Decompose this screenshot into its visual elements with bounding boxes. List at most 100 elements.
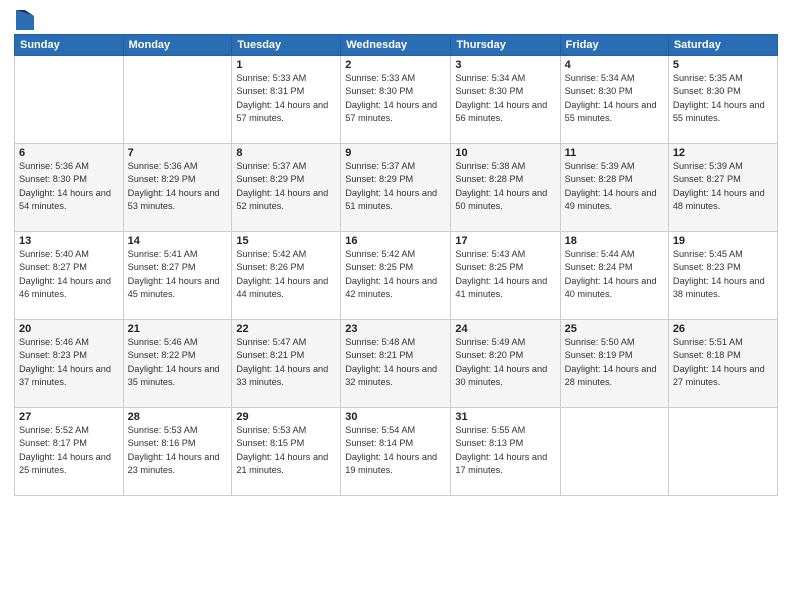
day-info: Sunrise: 5:35 AMSunset: 8:30 PMDaylight:… xyxy=(673,72,773,125)
calendar-week-row: 13Sunrise: 5:40 AMSunset: 8:27 PMDayligh… xyxy=(15,232,778,320)
day-number: 25 xyxy=(565,323,664,335)
day-info: Sunrise: 5:37 AMSunset: 8:29 PMDaylight:… xyxy=(236,160,336,213)
calendar-cell: 4Sunrise: 5:34 AMSunset: 8:30 PMDaylight… xyxy=(560,56,668,144)
day-info: Sunrise: 5:54 AMSunset: 8:14 PMDaylight:… xyxy=(345,424,446,477)
calendar-cell: 14Sunrise: 5:41 AMSunset: 8:27 PMDayligh… xyxy=(123,232,232,320)
day-info: Sunrise: 5:34 AMSunset: 8:30 PMDaylight:… xyxy=(455,72,555,125)
day-number: 2 xyxy=(345,59,446,71)
calendar-cell: 3Sunrise: 5:34 AMSunset: 8:30 PMDaylight… xyxy=(451,56,560,144)
day-number: 31 xyxy=(455,411,555,423)
calendar-cell xyxy=(15,56,124,144)
header xyxy=(14,10,778,30)
calendar-cell: 1Sunrise: 5:33 AMSunset: 8:31 PMDaylight… xyxy=(232,56,341,144)
calendar-cell xyxy=(123,56,232,144)
calendar-week-row: 20Sunrise: 5:46 AMSunset: 8:23 PMDayligh… xyxy=(15,320,778,408)
calendar-cell: 15Sunrise: 5:42 AMSunset: 8:26 PMDayligh… xyxy=(232,232,341,320)
calendar-cell: 9Sunrise: 5:37 AMSunset: 8:29 PMDaylight… xyxy=(341,144,451,232)
calendar-cell: 21Sunrise: 5:46 AMSunset: 8:22 PMDayligh… xyxy=(123,320,232,408)
day-number: 30 xyxy=(345,411,446,423)
day-info: Sunrise: 5:33 AMSunset: 8:30 PMDaylight:… xyxy=(345,72,446,125)
day-number: 4 xyxy=(565,59,664,71)
day-number: 20 xyxy=(19,323,119,335)
day-number: 16 xyxy=(345,235,446,247)
day-info: Sunrise: 5:47 AMSunset: 8:21 PMDaylight:… xyxy=(236,336,336,389)
calendar-weekday-friday: Friday xyxy=(560,35,668,56)
calendar-cell: 20Sunrise: 5:46 AMSunset: 8:23 PMDayligh… xyxy=(15,320,124,408)
day-info: Sunrise: 5:42 AMSunset: 8:26 PMDaylight:… xyxy=(236,248,336,301)
calendar-weekday-saturday: Saturday xyxy=(668,35,777,56)
day-number: 29 xyxy=(236,411,336,423)
logo-icon xyxy=(16,10,34,30)
day-info: Sunrise: 5:36 AMSunset: 8:29 PMDaylight:… xyxy=(128,160,228,213)
calendar-cell: 25Sunrise: 5:50 AMSunset: 8:19 PMDayligh… xyxy=(560,320,668,408)
calendar-cell: 16Sunrise: 5:42 AMSunset: 8:25 PMDayligh… xyxy=(341,232,451,320)
day-info: Sunrise: 5:39 AMSunset: 8:28 PMDaylight:… xyxy=(565,160,664,213)
calendar-week-row: 1Sunrise: 5:33 AMSunset: 8:31 PMDaylight… xyxy=(15,56,778,144)
calendar-table: SundayMondayTuesdayWednesdayThursdayFrid… xyxy=(14,34,778,496)
day-number: 12 xyxy=(673,147,773,159)
calendar-cell xyxy=(560,408,668,496)
day-number: 26 xyxy=(673,323,773,335)
day-number: 6 xyxy=(19,147,119,159)
day-number: 28 xyxy=(128,411,228,423)
day-info: Sunrise: 5:53 AMSunset: 8:16 PMDaylight:… xyxy=(128,424,228,477)
day-number: 10 xyxy=(455,147,555,159)
day-info: Sunrise: 5:36 AMSunset: 8:30 PMDaylight:… xyxy=(19,160,119,213)
day-info: Sunrise: 5:48 AMSunset: 8:21 PMDaylight:… xyxy=(345,336,446,389)
calendar-weekday-thursday: Thursday xyxy=(451,35,560,56)
calendar-weekday-sunday: Sunday xyxy=(15,35,124,56)
calendar-cell: 7Sunrise: 5:36 AMSunset: 8:29 PMDaylight… xyxy=(123,144,232,232)
day-number: 11 xyxy=(565,147,664,159)
day-info: Sunrise: 5:44 AMSunset: 8:24 PMDaylight:… xyxy=(565,248,664,301)
calendar-cell: 26Sunrise: 5:51 AMSunset: 8:18 PMDayligh… xyxy=(668,320,777,408)
calendar-cell: 30Sunrise: 5:54 AMSunset: 8:14 PMDayligh… xyxy=(341,408,451,496)
day-number: 17 xyxy=(455,235,555,247)
calendar-cell: 18Sunrise: 5:44 AMSunset: 8:24 PMDayligh… xyxy=(560,232,668,320)
calendar-cell: 24Sunrise: 5:49 AMSunset: 8:20 PMDayligh… xyxy=(451,320,560,408)
day-number: 3 xyxy=(455,59,555,71)
day-info: Sunrise: 5:52 AMSunset: 8:17 PMDaylight:… xyxy=(19,424,119,477)
day-info: Sunrise: 5:46 AMSunset: 8:23 PMDaylight:… xyxy=(19,336,119,389)
day-info: Sunrise: 5:42 AMSunset: 8:25 PMDaylight:… xyxy=(345,248,446,301)
day-info: Sunrise: 5:41 AMSunset: 8:27 PMDaylight:… xyxy=(128,248,228,301)
day-number: 15 xyxy=(236,235,336,247)
day-info: Sunrise: 5:34 AMSunset: 8:30 PMDaylight:… xyxy=(565,72,664,125)
calendar-cell: 17Sunrise: 5:43 AMSunset: 8:25 PMDayligh… xyxy=(451,232,560,320)
day-info: Sunrise: 5:37 AMSunset: 8:29 PMDaylight:… xyxy=(345,160,446,213)
day-info: Sunrise: 5:40 AMSunset: 8:27 PMDaylight:… xyxy=(19,248,119,301)
day-number: 14 xyxy=(128,235,228,247)
day-info: Sunrise: 5:53 AMSunset: 8:15 PMDaylight:… xyxy=(236,424,336,477)
calendar-cell: 10Sunrise: 5:38 AMSunset: 8:28 PMDayligh… xyxy=(451,144,560,232)
day-number: 27 xyxy=(19,411,119,423)
calendar-weekday-wednesday: Wednesday xyxy=(341,35,451,56)
calendar-weekday-tuesday: Tuesday xyxy=(232,35,341,56)
day-info: Sunrise: 5:43 AMSunset: 8:25 PMDaylight:… xyxy=(455,248,555,301)
calendar-week-row: 6Sunrise: 5:36 AMSunset: 8:30 PMDaylight… xyxy=(15,144,778,232)
day-number: 24 xyxy=(455,323,555,335)
calendar-cell: 2Sunrise: 5:33 AMSunset: 8:30 PMDaylight… xyxy=(341,56,451,144)
calendar-week-row: 27Sunrise: 5:52 AMSunset: 8:17 PMDayligh… xyxy=(15,408,778,496)
calendar-cell: 27Sunrise: 5:52 AMSunset: 8:17 PMDayligh… xyxy=(15,408,124,496)
logo xyxy=(14,12,34,30)
day-number: 22 xyxy=(236,323,336,335)
calendar-cell: 12Sunrise: 5:39 AMSunset: 8:27 PMDayligh… xyxy=(668,144,777,232)
calendar-cell: 6Sunrise: 5:36 AMSunset: 8:30 PMDaylight… xyxy=(15,144,124,232)
day-number: 5 xyxy=(673,59,773,71)
day-number: 8 xyxy=(236,147,336,159)
day-number: 7 xyxy=(128,147,228,159)
day-info: Sunrise: 5:45 AMSunset: 8:23 PMDaylight:… xyxy=(673,248,773,301)
day-number: 23 xyxy=(345,323,446,335)
calendar-cell: 22Sunrise: 5:47 AMSunset: 8:21 PMDayligh… xyxy=(232,320,341,408)
calendar-weekday-monday: Monday xyxy=(123,35,232,56)
page: SundayMondayTuesdayWednesdayThursdayFrid… xyxy=(0,0,792,612)
day-number: 21 xyxy=(128,323,228,335)
day-info: Sunrise: 5:33 AMSunset: 8:31 PMDaylight:… xyxy=(236,72,336,125)
day-info: Sunrise: 5:49 AMSunset: 8:20 PMDaylight:… xyxy=(455,336,555,389)
day-info: Sunrise: 5:39 AMSunset: 8:27 PMDaylight:… xyxy=(673,160,773,213)
day-info: Sunrise: 5:55 AMSunset: 8:13 PMDaylight:… xyxy=(455,424,555,477)
calendar-cell: 29Sunrise: 5:53 AMSunset: 8:15 PMDayligh… xyxy=(232,408,341,496)
calendar-cell: 23Sunrise: 5:48 AMSunset: 8:21 PMDayligh… xyxy=(341,320,451,408)
day-number: 19 xyxy=(673,235,773,247)
day-info: Sunrise: 5:50 AMSunset: 8:19 PMDaylight:… xyxy=(565,336,664,389)
calendar-cell xyxy=(668,408,777,496)
